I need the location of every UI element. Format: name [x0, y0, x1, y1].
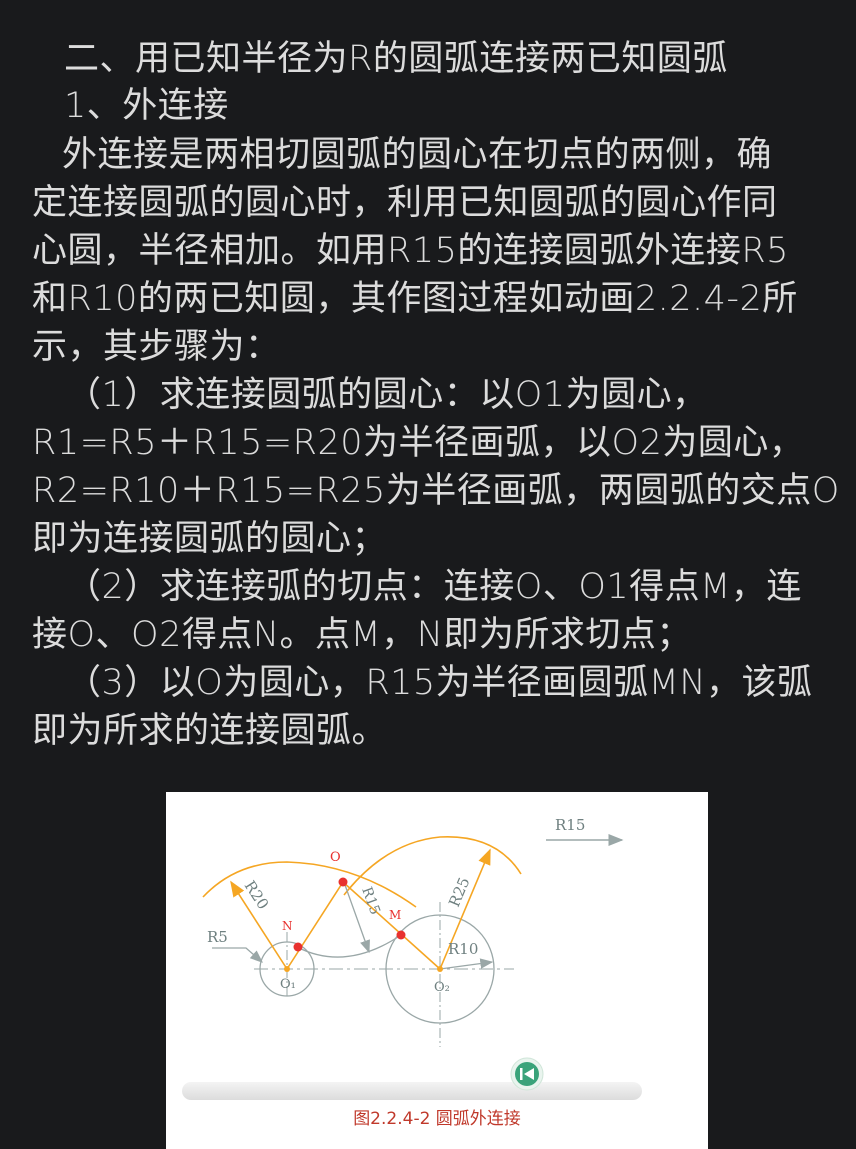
- paragraph-line: 心圆，半径相加。如用R15的连接圆弧外连接R5: [32, 231, 789, 271]
- point-n: [293, 942, 303, 952]
- paragraph-line: 和R10的两已知圆，其作图过程如动画2.2.4-2所: [32, 279, 798, 319]
- step-2-line: 接O、O2得点N。点M，N即为所求切点；: [32, 615, 692, 655]
- point-m: [396, 930, 406, 940]
- paragraph-line: 外连接是两相切圆弧的圆心在切点的两侧，确: [62, 135, 773, 175]
- label-n: N: [282, 919, 293, 933]
- step-1-line: 即为连接圆弧的圆心；: [32, 519, 388, 559]
- rewind-button[interactable]: [510, 1057, 544, 1091]
- line-o1-o: [286, 881, 344, 970]
- arc-r20: [202, 861, 417, 908]
- point-o1: [284, 966, 290, 972]
- step-1-line: R1=R5＋R15=R20为半径画弧，以O2为圆心，: [32, 423, 805, 463]
- step-1-line: （1）求连接圆弧的圆心：以O1为圆心，: [66, 375, 708, 415]
- figure-arc-connection: R15 O R20 R15 R25 R5 N M R10 O₁ O₂ 图2.2.…: [166, 792, 708, 1149]
- r10-leader-arrow: [439, 958, 494, 970]
- paragraph-line: 定连接圆弧的圆心时，利用已知圆弧的圆心作同: [32, 183, 778, 223]
- section-heading: 二、用已知半径为R的圆弧连接两已知圆弧: [64, 39, 728, 79]
- label-r10: R10: [448, 940, 478, 958]
- label-r5: R5: [207, 928, 228, 946]
- label-o2: O₂: [434, 980, 450, 995]
- playback-shelf: [182, 1082, 642, 1100]
- label-r25: R25: [445, 875, 473, 910]
- figure-caption: 图2.2.4-2 圆弧外连接: [353, 1109, 521, 1129]
- step-3-line: 即为所求的连接圆弧。: [32, 711, 388, 751]
- figure-diagram: R15 O R20 R15 R25 R5 N M R10 O₁ O₂: [182, 816, 642, 1100]
- label-o1: O₁: [280, 977, 296, 992]
- step-3-line: （3）以O为圆心，R15为半径画圆弧MN，该弧: [66, 663, 813, 703]
- r5-leader-arrow: [212, 947, 263, 963]
- label-r20: R20: [241, 877, 273, 912]
- subsection-heading: 1、外连接: [64, 86, 229, 126]
- label-o: O: [330, 850, 341, 865]
- label-m: M: [389, 908, 401, 922]
- point-o2: [437, 966, 443, 972]
- step-2-line: （2）求连接弧的切点：连接O、O1得点M，连: [66, 567, 802, 607]
- label-r15-diagonal: R15: [358, 885, 383, 917]
- connecting-arc-r15: [296, 934, 402, 958]
- point-o: [338, 877, 348, 887]
- line-o-o2: [342, 881, 441, 970]
- step-1-line: R2=R10＋R15=R25为半径画弧，两圆弧的交点O: [32, 471, 840, 511]
- r15-legend-label: R15: [555, 816, 585, 834]
- paragraph-line: 示，其步骤为：: [32, 327, 281, 367]
